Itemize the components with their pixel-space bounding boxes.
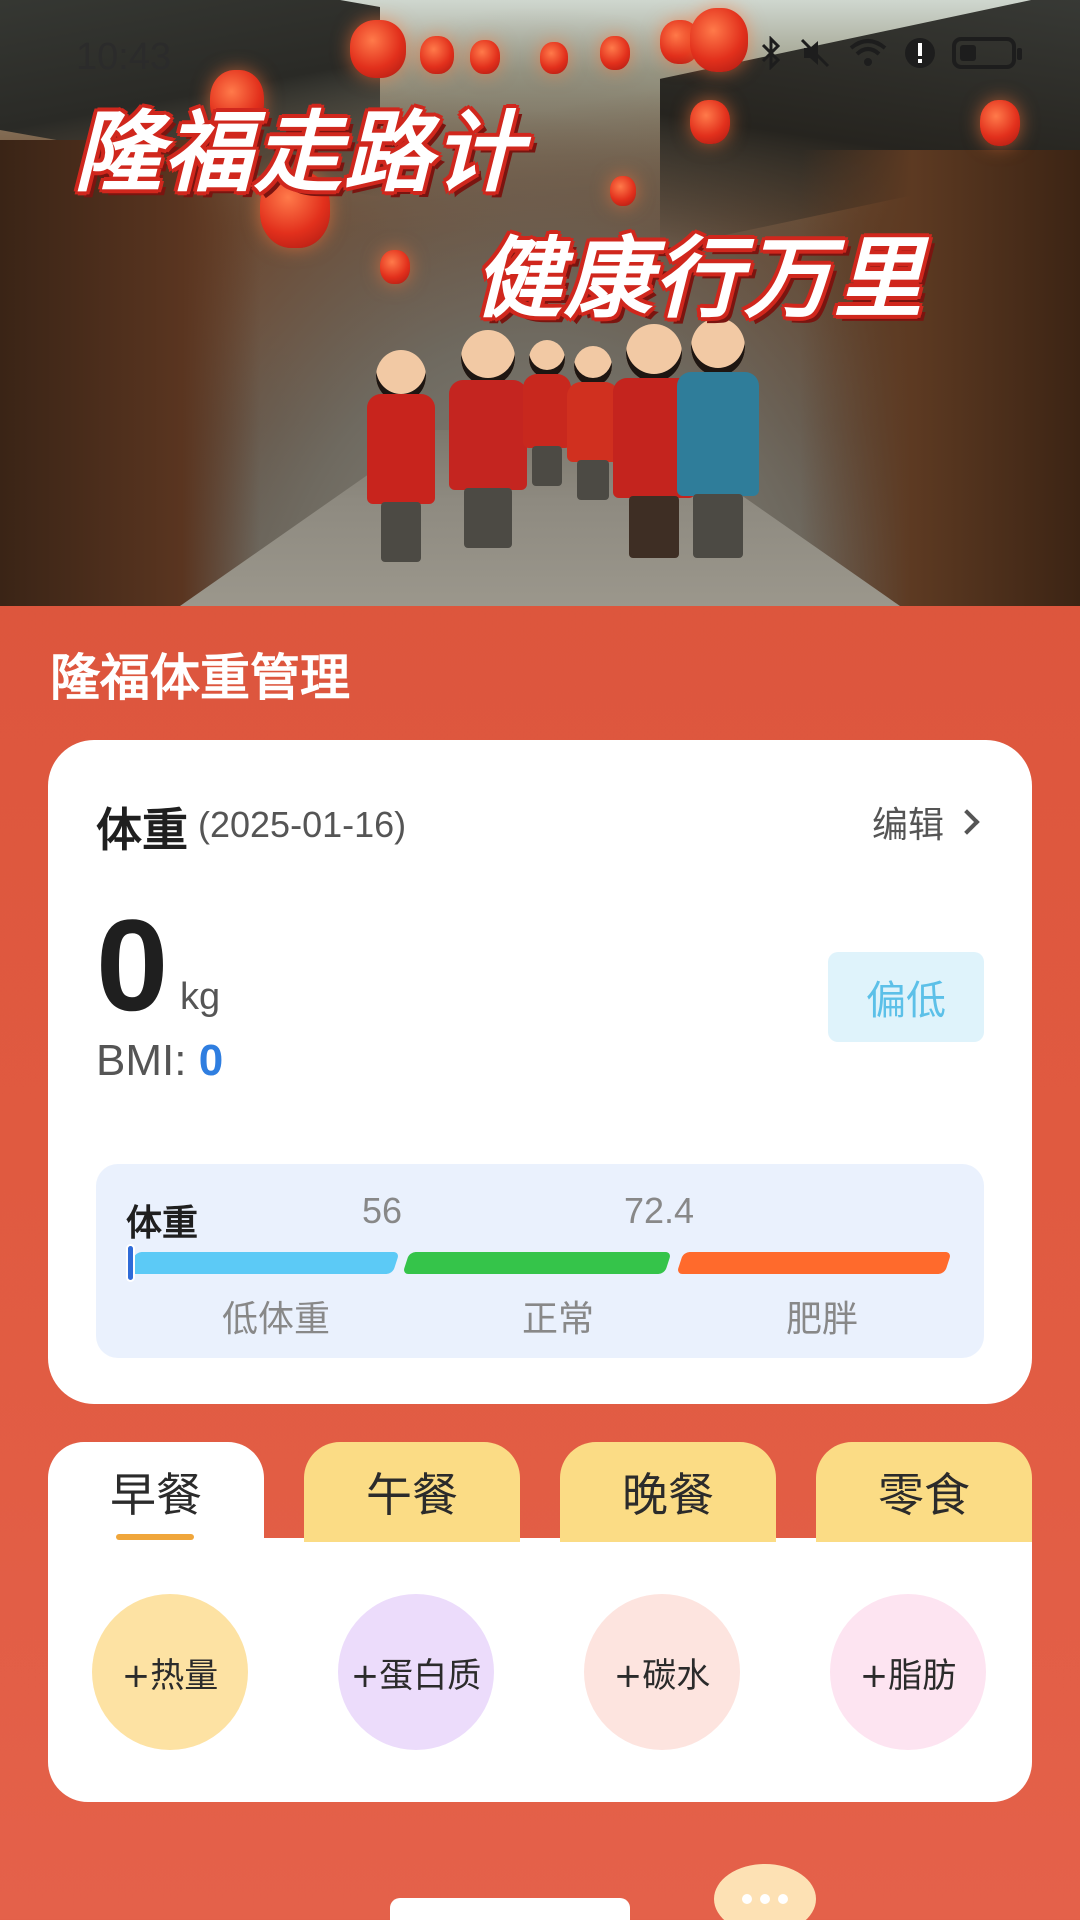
weight-value: 0 — [96, 892, 169, 1038]
status-badge: 偏低 — [828, 952, 984, 1042]
add-protein-button[interactable]: +蛋白质 — [338, 1594, 494, 1750]
tab-label: 早餐 — [110, 1468, 202, 1522]
edit-button[interactable]: 编辑 — [871, 796, 980, 848]
tab-lunch[interactable]: 午餐 — [304, 1442, 520, 1542]
tab-label: 午餐 — [366, 1468, 458, 1522]
scale-segment-obese — [676, 1252, 952, 1274]
bottom-button[interactable] — [390, 1898, 630, 1920]
scale-segment-label: 肥胖 — [786, 1299, 859, 1340]
scale-segment-label: 正常 — [522, 1299, 595, 1340]
scale-segment-normal — [402, 1252, 672, 1274]
shop-left — [0, 140, 260, 606]
bmi-label: BMI: — [96, 1036, 187, 1085]
banner-title-line2: 健康行万里 — [474, 227, 925, 330]
weight-card: 体重 (2025-01-16) 编辑 0 kg BMI: 0 偏低 体重 56 … — [48, 740, 1032, 1404]
edit-label: 编辑 — [871, 805, 944, 846]
add-calories-button[interactable]: +热量 — [92, 1594, 248, 1750]
status-time: 10:43 — [76, 36, 172, 78]
meal-section: 早餐 午餐 晚餐 零食 +热量 +蛋白质 +碳水 +脂肪 — [48, 1442, 1032, 1802]
weight-scale: 体重 56 72.4 低体重 正常 肥胖 — [96, 1164, 984, 1358]
tab-breakfast[interactable]: 早餐 — [48, 1442, 264, 1542]
battery-icon — [952, 37, 1022, 69]
tab-snack[interactable]: 零食 — [816, 1442, 1032, 1542]
nutrient-row: +热量 +蛋白质 +碳水 +脂肪 — [48, 1538, 1032, 1802]
child-figure — [676, 318, 760, 568]
weight-date: (2025-01-16) — [198, 804, 407, 845]
bluetooth-icon — [761, 36, 781, 70]
lantern-icon — [610, 176, 636, 206]
chevron-right-icon — [954, 809, 980, 835]
lantern-icon — [380, 250, 410, 284]
tab-dinner[interactable]: 晚餐 — [560, 1442, 776, 1542]
tab-label: 零食 — [878, 1468, 970, 1522]
child-figure — [366, 350, 436, 570]
child-figure — [448, 330, 528, 550]
add-carbs-button[interactable]: +碳水 — [584, 1594, 740, 1750]
alert-icon — [905, 38, 935, 68]
scale-segment-label: 低体重 — [222, 1299, 331, 1340]
add-fat-button[interactable]: +脂肪 — [830, 1594, 986, 1750]
scale-label: 体重 — [126, 1203, 199, 1244]
more-icon[interactable] — [714, 1864, 816, 1920]
weight-unit: kg — [180, 976, 221, 1018]
bmi-row: BMI: 0 — [96, 1036, 223, 1086]
scale-tick-56: 56 — [362, 1190, 403, 1231]
status-icons — [760, 36, 1022, 70]
scale-segment-low — [128, 1252, 400, 1274]
scale-marker — [126, 1244, 135, 1282]
child-figure — [522, 340, 572, 490]
page-title: 隆福体重管理 — [50, 649, 350, 707]
bmi-value: 0 — [198, 1036, 224, 1085]
scale-tick-72-4: 72.4 — [624, 1190, 695, 1231]
wifi-icon — [849, 39, 887, 66]
status-bar: 10:43 — [0, 0, 1080, 112]
mute-icon — [800, 38, 830, 68]
weight-title: 体重 — [96, 803, 188, 857]
tab-label: 晚餐 — [622, 1468, 714, 1522]
